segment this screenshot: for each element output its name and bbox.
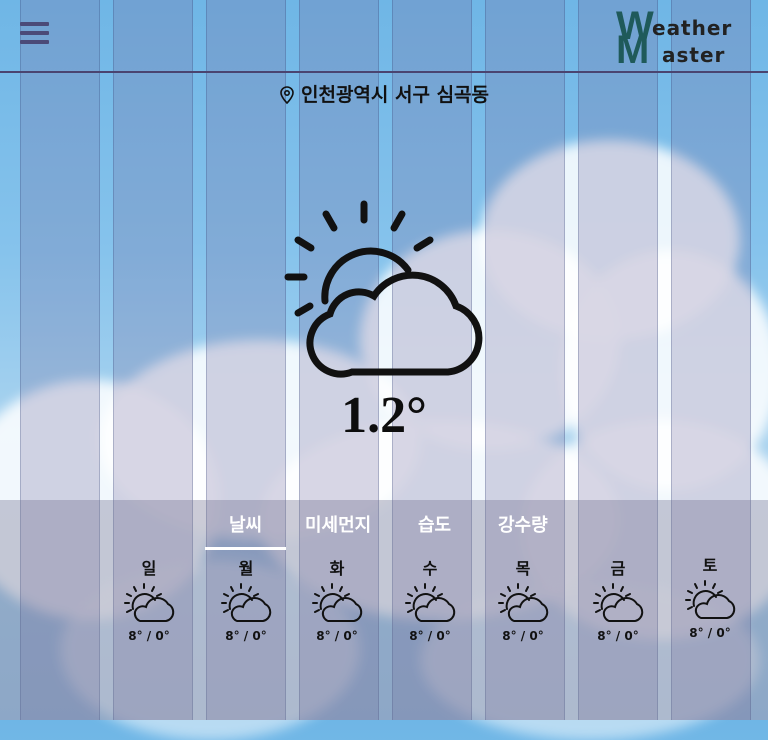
location-label: 인천광역시 서구 심곡동: [0, 80, 768, 107]
day-name: 일: [141, 559, 157, 578]
tab-bar: 날씨 미세먼지 습도 강수량: [0, 503, 768, 550]
day-name: 월: [238, 559, 254, 578]
weather-master-logo[interactable]: W eather M aster: [616, 6, 756, 70]
logo-text-bottom: aster: [662, 43, 726, 67]
tab-humidity[interactable]: 습도: [418, 511, 451, 537]
forecast-day: 월 8° / 0°: [211, 555, 281, 643]
forecast-day: 일 8° / 0°: [114, 555, 184, 643]
tab-weather[interactable]: 날씨: [204, 511, 287, 550]
top-bar: W eather M aster: [0, 0, 768, 73]
day-name: 금: [610, 559, 626, 578]
partly-cloudy-icon: [591, 581, 645, 625]
forecast-day: 화 8° / 0°: [302, 555, 372, 643]
partly-cloudy-icon: [122, 581, 176, 625]
forecast-day: 토 8° / 0°: [675, 552, 745, 640]
location-pin-icon: [280, 86, 294, 104]
partly-cloudy-icon: [683, 578, 737, 622]
partly-cloudy-icon: [496, 581, 550, 625]
day-temp-range: 8° / 0°: [225, 629, 267, 643]
location-text: 인천광역시 서구 심곡동: [300, 84, 490, 106]
day-name: 화: [329, 559, 345, 578]
tab-precipitation[interactable]: 강수량: [498, 511, 548, 537]
partly-cloudy-icon: [403, 581, 457, 625]
weekly-forecast: 일 8° / 0° 월 8° / 0° 화 8° / 0° 수 8° / 0° …: [0, 555, 768, 655]
current-temperature: 1.2°: [341, 387, 427, 444]
day-name: 수: [422, 559, 438, 578]
day-temp-range: 8° / 0°: [597, 629, 639, 643]
partly-cloudy-icon: [219, 581, 273, 625]
partly-cloudy-icon: [280, 196, 490, 386]
forecast-day: 금 8° / 0°: [583, 555, 653, 643]
day-temp-range: 8° / 0°: [316, 629, 358, 643]
day-name: 토: [702, 556, 718, 575]
day-temp-range: 8° / 0°: [128, 629, 170, 643]
day-temp-range: 8° / 0°: [409, 629, 451, 643]
day-temp-range: 8° / 0°: [502, 629, 544, 643]
logo-text-top: eather: [652, 16, 733, 40]
forecast-day: 수 8° / 0°: [395, 555, 465, 643]
day-temp-range: 8° / 0°: [689, 626, 731, 640]
forecast-day: 목 8° / 0°: [488, 555, 558, 643]
tab-fine-dust[interactable]: 미세먼지: [305, 511, 371, 537]
logo-letter-m: M: [616, 28, 650, 72]
day-name: 목: [515, 559, 531, 578]
partly-cloudy-icon: [310, 581, 364, 625]
hamburger-menu-icon[interactable]: [20, 22, 49, 46]
